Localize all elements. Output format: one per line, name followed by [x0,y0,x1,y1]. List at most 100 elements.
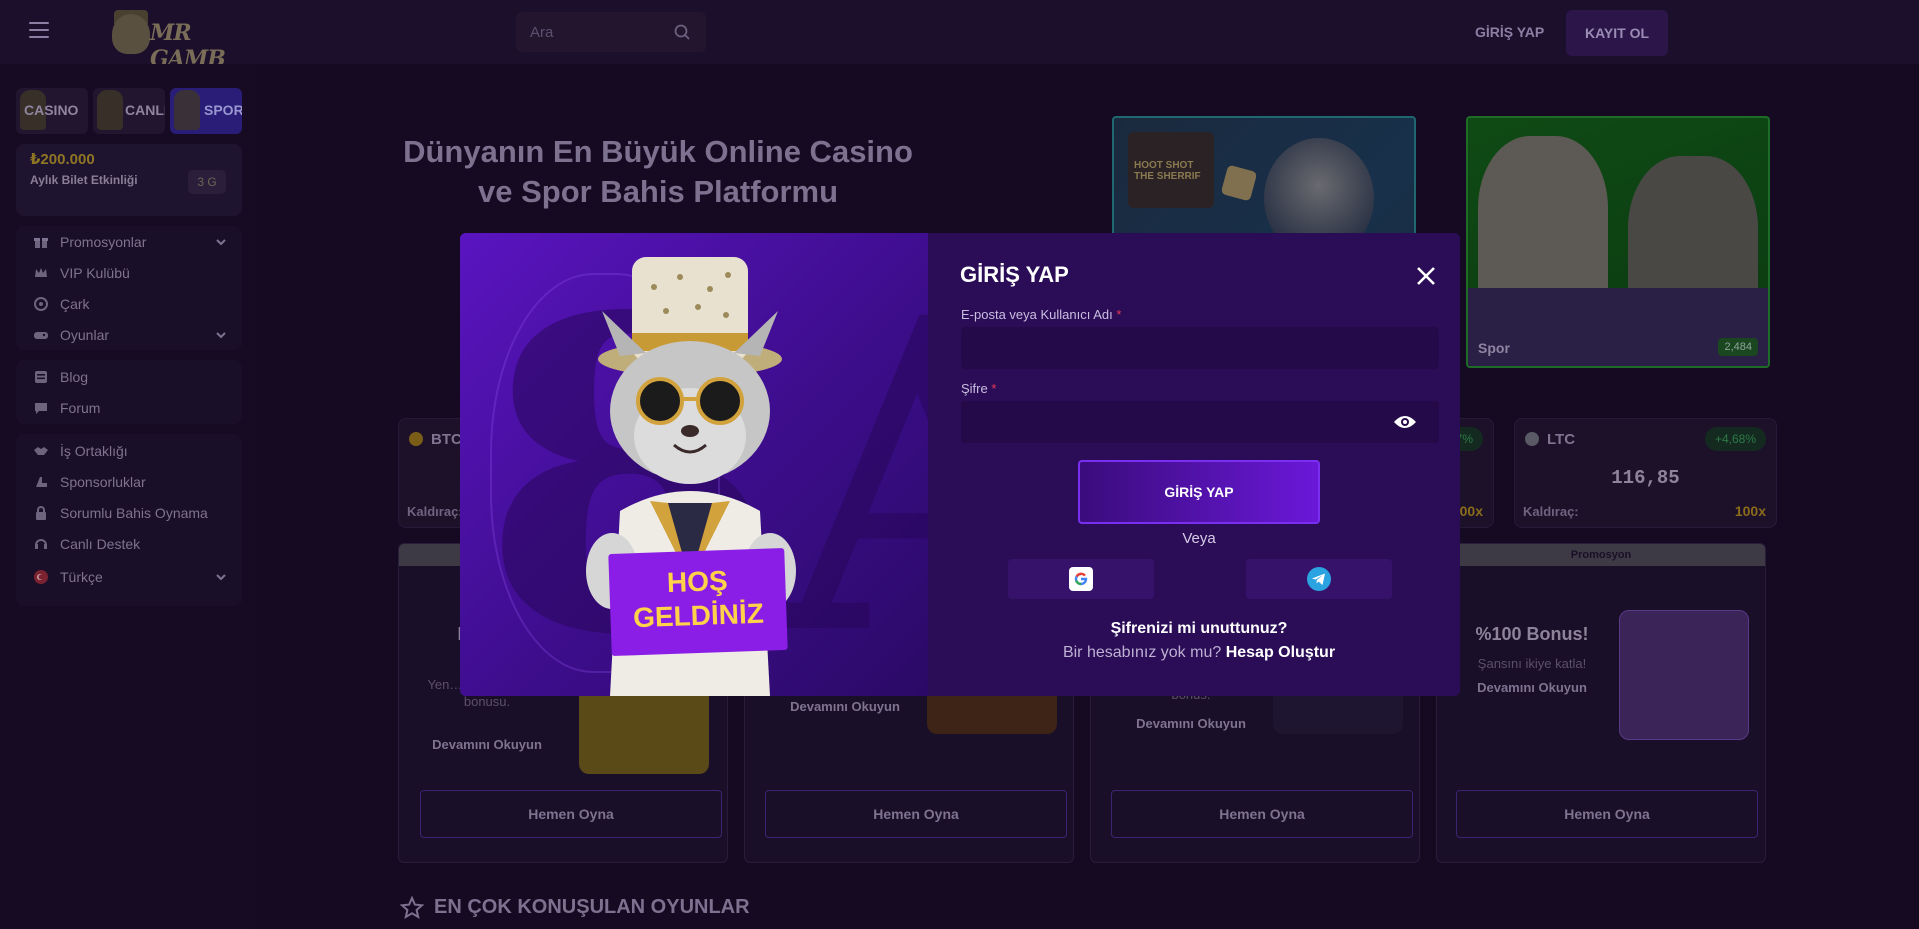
sidebar-item-live-support[interactable]: Canlı Destek [16,529,242,559]
sidebar-item-blog[interactable]: Blog [16,362,242,392]
chevron-down-icon [216,574,226,581]
play-now-button[interactable]: Hemen Oyna [1111,790,1413,838]
chevron-down-icon [216,239,226,246]
sidebar-item-promotions[interactable]: Promosyonlar [16,227,242,257]
forgot-password-link[interactable]: Şifrenizi mi unuttunuz? [960,620,1438,638]
tab-sport-image [174,90,200,130]
sidebar-menu-info: İş Ortaklığı Sponsorluklar Sorumlu Bahis… [16,434,242,606]
show-password-eye-icon[interactable] [1393,414,1417,430]
sport-banner[interactable]: Spor 2,484 [1466,116,1770,368]
sport-banner-label: Spor [1478,340,1510,356]
promo-crown-image [1619,610,1749,740]
telegram-icon [1307,567,1331,591]
jersey-shape [1468,288,1768,366]
modal-title: GİRİŞ YAP [960,262,1069,287]
hero-title: Dünyanın En Büyük Online Casino ve Spor … [403,134,913,209]
sidebar-item-affiliates[interactable]: İş Ortaklığı [16,436,242,466]
google-login-button[interactable] [1008,559,1154,599]
tab-casino-label: CASINO [24,102,79,118]
tab-sport[interactable]: SPOR [170,88,242,134]
sidebar-item-label: VIP Kulübü [60,265,130,281]
crypto-symbol: BTC [431,431,462,448]
signup-prompt: Bir hesabınız yok mu? Hesap Oluştur [960,644,1438,662]
tab-casino[interactable]: CASINO [16,88,88,134]
login-submit-button[interactable]: GİRİŞ YAP [1078,460,1320,524]
sidebar-item-sponsors[interactable]: Sponsorluklar [16,467,242,497]
sidebar-item-label: İş Ortaklığı [60,443,128,459]
turkey-flag-icon [34,570,48,584]
sidebar: CASINO CANLI SPOR ₺200.000 Aylık Bilet E… [0,64,255,929]
sidebar-item-label: Oyunlar [60,327,110,343]
sidebar-item-label: Türkçe [60,569,103,585]
sidebar-item-wheel[interactable]: Çark [16,289,242,319]
sidebar-item-forum[interactable]: Forum [16,393,242,423]
email-label-text: E-posta veya Kullanıcı Adı [961,307,1113,322]
blog-icon [35,371,47,383]
promo-subtitle: Şansını ikiye katla! [1477,656,1587,671]
menu-burger-icon[interactable] [29,22,49,38]
crypto-card-ltc[interactable]: LTC +4,68% 116,85 Kaldıraç: 100x [1514,418,1777,528]
leverage-label: Kaldıraç: [1523,504,1579,519]
search-icon[interactable] [674,24,690,40]
headset-icon [35,539,47,549]
read-more-link[interactable]: Devamını Okuyun [407,737,567,752]
sidebar-item-games[interactable]: Oyunlar [16,320,242,350]
ticket-description: Aylık Bilet Etkinliği [30,173,138,187]
required-mark: * [991,381,997,396]
welcome-sign-line-1: HOŞ [666,564,729,599]
lock-icon [36,506,46,520]
sidebar-item-language[interactable]: Türkçe [16,562,242,592]
section-title: EN ÇOK KONUŞULAN OYUNLAR [434,896,750,918]
or-separator: Veya [1182,530,1216,547]
login-button[interactable]: GİRİŞ YAP [1475,18,1544,46]
ltc-coin-icon [1525,432,1539,446]
read-more-link[interactable]: Devamını Okuyun [1111,716,1271,731]
email-label: E-posta veya Kullanıcı Adı * [961,307,1121,322]
signup-prompt-text: Bir hesabınız yok mu? [1062,644,1222,661]
modal-illustration: 8A [460,233,928,696]
read-more-link[interactable]: Devamını Okuyun [1457,680,1607,695]
sidebar-item-responsible-gambling[interactable]: Sorumlu Bahis Oynama [16,498,242,528]
site-logo[interactable]: MR GAMB [108,10,226,72]
monthly-ticket-banner[interactable]: ₺200.000 Aylık Bilet Etkinliği 3 G [16,144,242,216]
wheel-icon [34,297,48,311]
handshake-icon [34,447,48,455]
promo-heading: %100 Bonus! [1475,624,1589,644]
google-icon [1069,567,1093,591]
create-account-link[interactable]: Hesap Oluştur [1226,644,1335,661]
welcome-sign-line-2: GELDİNİZ [632,597,765,634]
crown-icon [35,268,47,277]
ticket-days-badge: 3 G [188,170,226,194]
logo-mascot-shape [112,14,150,54]
ticket-amount: ₺200.000 [30,151,95,168]
register-button[interactable]: KAYIT OL [1566,10,1668,56]
email-field[interactable] [961,327,1439,369]
gift-icon [34,238,48,248]
tab-sport-label: SPOR [204,102,242,118]
password-label: Şifre * [961,381,996,396]
sponsor-icon [36,477,47,487]
password-label-text: Şifre [961,381,988,396]
read-more-link[interactable]: Devamını Okuyun [765,699,925,714]
leverage-label: Kaldıraç: [407,504,463,519]
dice-image [1220,164,1258,202]
crypto-change-badge: +4,68% [1704,427,1766,451]
star-icon [400,896,424,920]
promo-tag: Promosyon [1437,544,1765,566]
search-input[interactable] [530,12,660,52]
login-modal: 8A [460,233,1460,696]
tab-live-image [97,90,123,130]
close-icon[interactable] [1415,265,1437,287]
play-now-button[interactable]: Hemen Oyna [765,790,1067,838]
sidebar-item-vip[interactable]: VIP Kulübü [16,258,242,288]
play-now-button[interactable]: Hemen Oyna [420,790,722,838]
telegram-login-button[interactable] [1246,559,1392,599]
play-now-button[interactable]: Hemen Oyna [1456,790,1758,838]
password-field[interactable] [961,401,1439,443]
sidebar-item-label: Çark [60,296,90,312]
crypto-symbol: LTC [1547,431,1576,448]
gamepad-icon [34,332,48,339]
sidebar-menu-community: Blog Forum [16,360,242,424]
sidebar-item-label: Forum [60,400,101,416]
tab-live[interactable]: CANLI [93,88,165,134]
